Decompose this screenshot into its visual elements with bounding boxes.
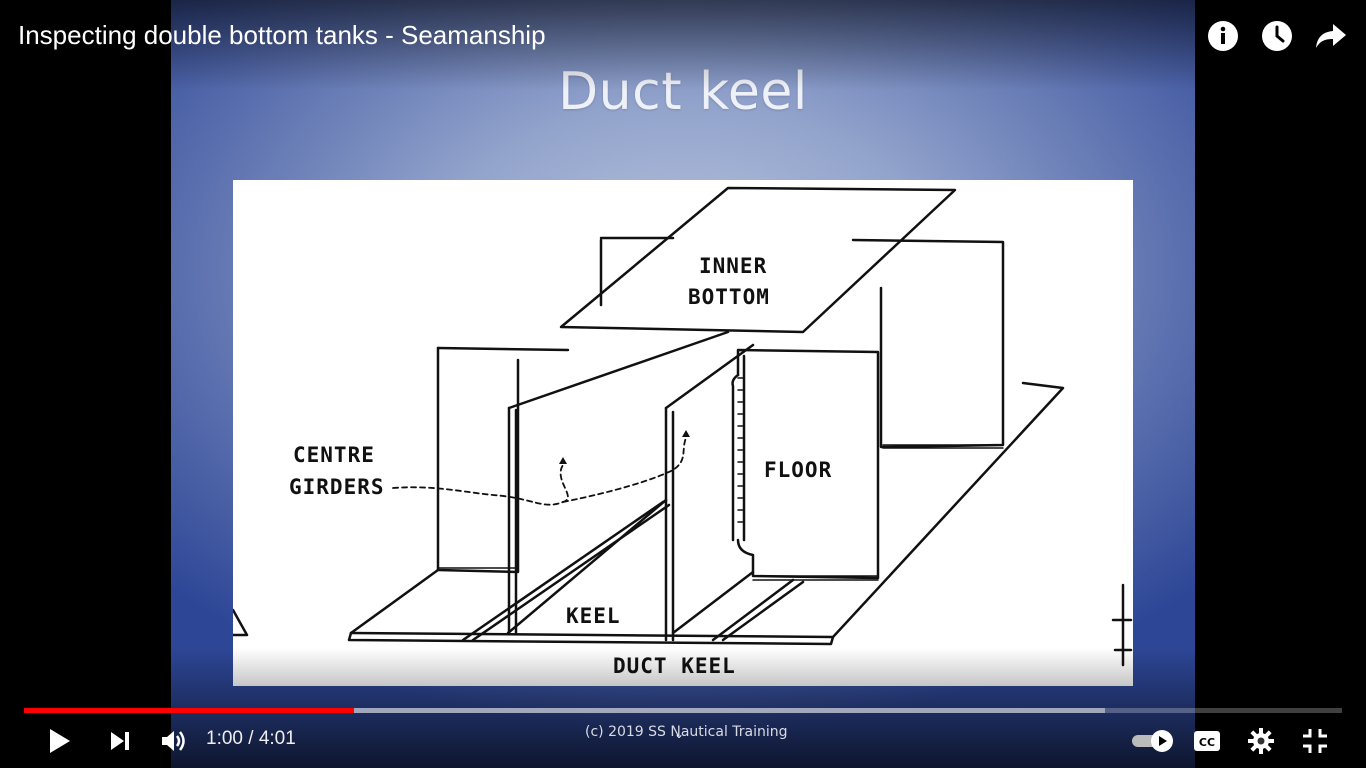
- autoplay-toggle-icon: [1132, 730, 1173, 752]
- label-duct-keel: DUCT KEEL: [613, 654, 736, 678]
- captions-button[interactable]: CC: [1190, 718, 1224, 764]
- play-button[interactable]: [40, 718, 80, 764]
- info-icon[interactable]: [1206, 16, 1240, 56]
- label-centre: CENTRE: [293, 443, 375, 467]
- duct-keel-diagram: INNER BOTTOM CENTRE GIRDERS FLOOR KEEL D…: [233, 180, 1133, 686]
- progress-bar[interactable]: [24, 708, 1342, 713]
- time-separator: /: [242, 728, 259, 749]
- slide-watermark: (c) 2019 SS Nautical Training: [585, 724, 788, 740]
- label-floor: FLOOR: [764, 458, 833, 482]
- chevron-down-icon[interactable]: ⌄: [674, 727, 684, 741]
- next-button[interactable]: [102, 718, 138, 764]
- label-keel: KEEL: [566, 604, 621, 628]
- exit-fullscreen-icon: [1303, 729, 1327, 753]
- time-total: 4:01: [258, 728, 296, 749]
- label-girders: GIRDERS: [289, 475, 385, 499]
- top-actions: [1206, 16, 1348, 56]
- captions-icon: CC: [1194, 731, 1220, 751]
- svg-text:CC: CC: [1199, 736, 1215, 749]
- gear-icon: [1248, 728, 1274, 754]
- label-bottom: BOTTOM: [688, 285, 770, 309]
- clock-icon[interactable]: [1260, 16, 1294, 56]
- volume-icon: [162, 731, 185, 751]
- video-title[interactable]: Inspecting double bottom tanks - Seamans…: [18, 20, 546, 51]
- slide-title: Duct keel: [558, 62, 808, 122]
- progress-played: [24, 708, 354, 713]
- autoplay-toggle[interactable]: [1128, 718, 1178, 764]
- next-icon: [111, 732, 129, 750]
- time-display: 1:00 / 4:01: [206, 728, 296, 750]
- diagram-drawing: [233, 186, 1133, 667]
- exit-fullscreen-button[interactable]: [1298, 718, 1332, 764]
- volume-button[interactable]: [156, 718, 192, 764]
- label-inner: INNER: [699, 254, 768, 278]
- share-icon[interactable]: [1314, 16, 1348, 56]
- time-current: 1:00: [206, 728, 243, 749]
- play-icon: [50, 729, 70, 753]
- settings-button[interactable]: [1244, 718, 1278, 764]
